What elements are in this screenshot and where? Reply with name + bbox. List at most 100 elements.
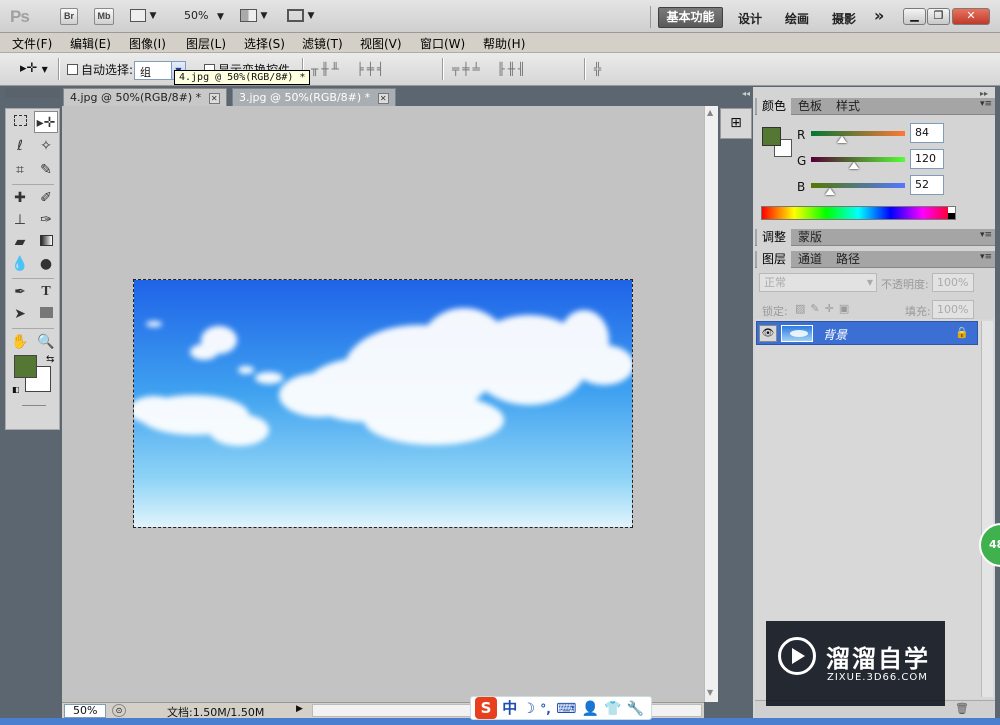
dodge-tool[interactable]: ● bbox=[34, 253, 58, 275]
channel-b-input[interactable]: 52 bbox=[910, 175, 944, 195]
channel-r-slider-thumb[interactable] bbox=[837, 136, 847, 143]
user-icon[interactable]: 👤 bbox=[582, 701, 599, 717]
collapse-dock-icon[interactable]: ◂◂ bbox=[742, 89, 750, 98]
bridge-button[interactable]: Br bbox=[60, 8, 78, 25]
workspace-essentials[interactable]: 基本功能 bbox=[658, 7, 723, 28]
foreground-color-swatch[interactable] bbox=[14, 355, 37, 378]
zoom-tool[interactable]: 🔍 bbox=[34, 331, 58, 353]
type-tool[interactable]: T bbox=[34, 281, 58, 303]
auto-select-checkbox[interactable] bbox=[67, 64, 78, 75]
lasso-tool[interactable]: ℓ bbox=[8, 135, 32, 157]
view-extras-dropdown[interactable]: ▼ bbox=[130, 8, 156, 22]
history-brush-tool[interactable]: ✑ bbox=[34, 209, 58, 231]
menu-edit[interactable]: 编辑(E) bbox=[70, 35, 111, 52]
eraser-tool[interactable]: ▰ bbox=[8, 231, 32, 253]
clone-stamp-tool[interactable]: ⊥ bbox=[8, 209, 32, 231]
close-tab-icon[interactable]: ✕ bbox=[377, 92, 389, 104]
punctuation-icon[interactable]: °, bbox=[540, 702, 551, 716]
tab-channels[interactable]: 通道 bbox=[793, 251, 827, 268]
tab-masks[interactable]: 蒙版 bbox=[793, 229, 827, 246]
quick-mask-indicator[interactable] bbox=[22, 405, 46, 406]
scroll-down-icon[interactable]: ▼ bbox=[707, 688, 713, 697]
black-white-ramp[interactable] bbox=[948, 207, 955, 219]
delete-layer-icon[interactable]: 🗑 bbox=[955, 702, 969, 715]
close-tab-icon[interactable]: ✕ bbox=[208, 92, 220, 104]
more-workspaces-button[interactable]: » bbox=[874, 6, 884, 25]
ime-toolbar[interactable]: S 中 ☽ °, ⌨ 👤 👕 🔧 bbox=[470, 696, 652, 720]
align-buttons[interactable]: ╥╫╨ ╞╪╡ bbox=[311, 62, 387, 78]
tab-paths[interactable]: 路径 bbox=[831, 251, 865, 268]
settings-wrench-icon[interactable]: 🔧 bbox=[627, 701, 644, 717]
minimize-button[interactable]: ▁ bbox=[903, 8, 926, 25]
screen-mode-dropdown[interactable]: ▼ bbox=[287, 8, 314, 22]
channel-r-input[interactable]: 84 bbox=[910, 123, 944, 143]
brush-tool[interactable]: ✐ bbox=[34, 187, 58, 209]
channel-r-slider[interactable] bbox=[811, 131, 905, 136]
channel-b-slider-thumb[interactable] bbox=[825, 188, 835, 195]
healing-brush-tool[interactable]: ✚ bbox=[8, 187, 32, 209]
menu-filter[interactable]: 滤镜(T) bbox=[302, 35, 343, 52]
panel-menu-icon[interactable]: ▾≡ bbox=[980, 230, 992, 240]
toolbox-header[interactable] bbox=[5, 88, 60, 98]
close-button[interactable]: ✕ bbox=[952, 8, 990, 25]
color-panel-foreground-swatch[interactable] bbox=[762, 127, 781, 146]
layer-row-background[interactable]: 👁 背景 🔒 bbox=[756, 321, 978, 345]
status-menu-arrow-icon[interactable]: ▶ bbox=[296, 704, 303, 714]
blur-tool[interactable]: 💧 bbox=[8, 253, 32, 275]
marquee-tool[interactable] bbox=[8, 111, 32, 133]
menu-window[interactable]: 窗口(W) bbox=[420, 35, 465, 52]
document-image[interactable] bbox=[133, 279, 633, 528]
arrange-documents-dropdown[interactable]: ▼ bbox=[240, 8, 267, 22]
vertical-scrollbar[interactable]: ▲ ▼ bbox=[704, 106, 718, 702]
scroll-up-icon[interactable]: ▲ bbox=[707, 108, 713, 117]
menu-view[interactable]: 视图(V) bbox=[360, 35, 402, 52]
channel-g-input[interactable]: 120 bbox=[910, 149, 944, 169]
document-tab-4jpg[interactable]: 4.jpg @ 50%(RGB/8#) * ✕ bbox=[63, 88, 227, 106]
color-spectrum-ramp[interactable] bbox=[761, 206, 956, 220]
distribute-buttons[interactable]: ╤╪╧ ╟╫╢ bbox=[452, 62, 528, 78]
restore-button[interactable]: ❐ bbox=[927, 8, 950, 25]
path-selection-tool[interactable]: ➤ bbox=[8, 303, 32, 325]
layers-scrollbar[interactable] bbox=[981, 321, 993, 697]
workspace-photography[interactable]: 摄影 bbox=[832, 10, 856, 27]
tab-styles[interactable]: 样式 bbox=[831, 98, 865, 115]
keyboard-icon[interactable]: ⌨ bbox=[556, 701, 576, 717]
status-preview-icon[interactable]: ⊙ bbox=[112, 704, 126, 717]
layer-name[interactable]: 背景 bbox=[823, 326, 847, 343]
gradient-tool[interactable] bbox=[34, 231, 58, 253]
tab-layers[interactable]: 图层 bbox=[757, 251, 792, 268]
mini-bridge-button[interactable]: Mb bbox=[94, 8, 114, 25]
quick-selection-tool[interactable]: ✧ bbox=[34, 135, 58, 157]
panel-menu-icon[interactable]: ▾≡ bbox=[980, 252, 992, 262]
layer-visibility-eye-icon[interactable]: 👁 bbox=[759, 325, 777, 342]
default-colors-icon[interactable]: ◧ bbox=[12, 385, 20, 394]
history-panel-button[interactable]: ⊞ bbox=[720, 108, 752, 139]
pen-tool[interactable]: ✒ bbox=[8, 281, 32, 303]
shape-tool[interactable] bbox=[34, 303, 58, 325]
tab-swatches[interactable]: 色板 bbox=[793, 98, 827, 115]
half-width-icon[interactable]: ☽ bbox=[522, 701, 535, 717]
workspace-design[interactable]: 设计 bbox=[738, 10, 762, 27]
auto-align-layers-button[interactable]: ╬ bbox=[594, 62, 604, 78]
menu-select[interactable]: 选择(S) bbox=[244, 35, 285, 52]
menu-help[interactable]: 帮助(H) bbox=[483, 35, 525, 52]
swap-colors-icon[interactable]: ⇆ bbox=[46, 354, 54, 365]
blend-mode-dropdown[interactable]: 正常 ▼ bbox=[759, 273, 877, 292]
zoom-level-dropdown[interactable]: 50% ▼ bbox=[184, 9, 224, 22]
document-tab-3jpg[interactable]: 3.jpg @ 50%(RGB/8#) * ✕ bbox=[232, 88, 396, 106]
eyedropper-tool[interactable]: ✎ bbox=[34, 159, 58, 181]
panel-menu-icon[interactable]: ▾≡ bbox=[980, 99, 992, 109]
ime-mode[interactable]: 中 bbox=[502, 699, 517, 717]
zoom-field[interactable]: 50% bbox=[64, 704, 106, 718]
tab-adjustments[interactable]: 调整 bbox=[757, 229, 792, 246]
menu-file[interactable]: 文件(F) bbox=[12, 35, 52, 52]
skin-icon[interactable]: 👕 bbox=[604, 701, 621, 717]
menu-layer[interactable]: 图层(L) bbox=[186, 35, 226, 52]
expand-dock-icon[interactable]: ▸▸ bbox=[980, 89, 988, 98]
channel-g-slider-thumb[interactable] bbox=[849, 162, 859, 169]
workspace-painting[interactable]: 绘画 bbox=[785, 10, 809, 27]
move-tool[interactable]: ▸✛ bbox=[34, 111, 58, 133]
crop-tool[interactable]: ⌗ bbox=[8, 159, 32, 181]
opacity-input[interactable]: 100% bbox=[932, 273, 974, 292]
lock-options[interactable]: ▨✎✛▣ bbox=[795, 302, 854, 315]
